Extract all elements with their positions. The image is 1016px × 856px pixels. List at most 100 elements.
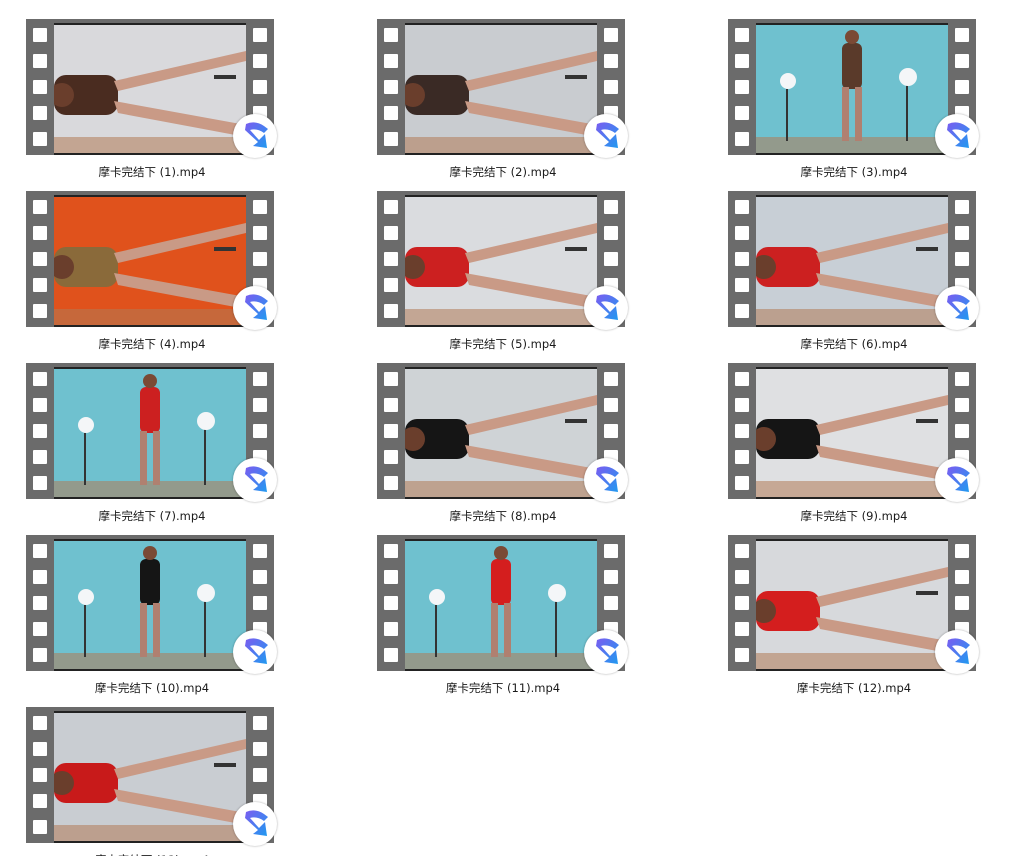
file-name-label: 摩卡完结下 (2).mp4 — [449, 165, 557, 179]
sprocket-hole — [384, 278, 398, 292]
film-sprocket-holes — [26, 366, 54, 496]
film-sprocket-holes — [26, 194, 54, 324]
video-thumbnail — [405, 367, 597, 499]
sprocket-hole — [384, 622, 398, 636]
sprocket-hole — [384, 398, 398, 412]
file-item-video[interactable]: 摩卡完结下 (10).mp4 — [26, 535, 286, 703]
sprocket-hole — [604, 424, 618, 438]
file-item-video[interactable]: 摩卡完结下 (11).mp4 — [377, 535, 637, 703]
video-thumbnail — [405, 195, 597, 327]
sprocket-hole — [33, 226, 47, 240]
sprocket-hole — [33, 716, 47, 730]
sprocket-hole — [735, 544, 749, 558]
sprocket-hole — [735, 278, 749, 292]
sprocket-hole — [33, 278, 47, 292]
sprocket-hole — [955, 570, 969, 584]
sprocket-hole — [33, 476, 47, 490]
file-name-label: 摩卡完结下 (9).mp4 — [800, 509, 908, 523]
file-item-video[interactable]: 摩卡完结下 (8).mp4 — [377, 363, 637, 531]
video-player-app-icon — [935, 458, 979, 502]
sprocket-hole — [33, 28, 47, 42]
sprocket-hole — [33, 794, 47, 808]
video-thumbnail — [54, 367, 246, 499]
sprocket-hole — [253, 54, 267, 68]
video-player-app-icon — [584, 458, 628, 502]
sprocket-hole — [33, 596, 47, 610]
sprocket-hole — [604, 200, 618, 214]
sprocket-hole — [253, 596, 267, 610]
file-item-video[interactable]: 摩卡完结下 (5).mp4 — [377, 191, 637, 359]
file-item-video[interactable]: 摩卡完结下 (4).mp4 — [26, 191, 286, 359]
sprocket-hole — [384, 106, 398, 120]
sprocket-hole — [384, 28, 398, 42]
sprocket-hole — [253, 768, 267, 782]
film-sprocket-holes — [377, 538, 405, 668]
sprocket-hole — [735, 424, 749, 438]
sprocket-hole — [253, 716, 267, 730]
file-name-label: 摩卡完结下 (6).mp4 — [800, 337, 908, 351]
file-item-video[interactable]: 摩卡完结下 (12).mp4 — [728, 535, 988, 703]
video-player-app-icon — [233, 802, 277, 846]
film-sprocket-holes — [377, 366, 405, 496]
sprocket-hole — [735, 28, 749, 42]
sprocket-hole — [735, 226, 749, 240]
film-sprocket-holes — [728, 22, 756, 152]
file-name-label: 摩卡完结下 (8).mp4 — [449, 509, 557, 523]
sprocket-hole — [955, 28, 969, 42]
sprocket-hole — [735, 304, 749, 318]
sprocket-hole — [33, 424, 47, 438]
sprocket-hole — [33, 372, 47, 386]
file-item-video[interactable]: 摩卡完结下 (3).mp4 — [728, 19, 988, 187]
video-player-app-icon — [935, 286, 979, 330]
sprocket-hole — [33, 544, 47, 558]
file-name-label: 摩卡完结下 (10).mp4 — [94, 681, 210, 695]
sprocket-hole — [955, 398, 969, 412]
film-sprocket-holes — [377, 194, 405, 324]
sprocket-hole — [735, 596, 749, 610]
file-item-video[interactable]: 摩卡完结下 (6).mp4 — [728, 191, 988, 359]
sprocket-hole — [955, 424, 969, 438]
file-name-label: 摩卡完结下 (4).mp4 — [98, 337, 206, 351]
sprocket-hole — [735, 622, 749, 636]
sprocket-hole — [384, 424, 398, 438]
sprocket-hole — [735, 450, 749, 464]
file-item-video[interactable]: 摩卡完结下 (7).mp4 — [26, 363, 286, 531]
sprocket-hole — [955, 226, 969, 240]
video-thumbnail — [54, 539, 246, 671]
sprocket-hole — [955, 596, 969, 610]
sprocket-hole — [253, 398, 267, 412]
sprocket-hole — [955, 200, 969, 214]
sprocket-hole — [955, 80, 969, 94]
file-item-video[interactable]: 摩卡完结下 (9).mp4 — [728, 363, 988, 531]
file-item-video[interactable]: 摩卡完结下 (2).mp4 — [377, 19, 637, 187]
sprocket-hole — [735, 648, 749, 662]
sprocket-hole — [604, 252, 618, 266]
film-sprocket-holes — [26, 22, 54, 152]
file-name-label: 摩卡完结下 (3).mp4 — [800, 165, 908, 179]
film-sprocket-holes — [728, 366, 756, 496]
sprocket-hole — [604, 80, 618, 94]
sprocket-hole — [33, 80, 47, 94]
video-thumbnail — [756, 23, 948, 155]
film-sprocket-holes — [26, 710, 54, 840]
video-thumbnail — [54, 23, 246, 155]
file-item-video[interactable]: 摩卡完结下 (1).mp4 — [26, 19, 286, 187]
sprocket-hole — [384, 252, 398, 266]
sprocket-hole — [735, 132, 749, 146]
sprocket-hole — [253, 80, 267, 94]
video-player-app-icon — [935, 630, 979, 674]
sprocket-hole — [253, 544, 267, 558]
sprocket-hole — [735, 200, 749, 214]
sprocket-hole — [735, 252, 749, 266]
sprocket-hole — [253, 226, 267, 240]
video-thumbnail — [756, 195, 948, 327]
sprocket-hole — [33, 132, 47, 146]
file-name-label: 摩卡完结下 (5).mp4 — [449, 337, 557, 351]
film-sprocket-holes — [728, 538, 756, 668]
sprocket-hole — [384, 372, 398, 386]
video-thumbnail — [54, 195, 246, 327]
sprocket-hole — [33, 398, 47, 412]
sprocket-hole — [253, 252, 267, 266]
file-item-video[interactable]: 摩卡完结下 (13).mp4 — [26, 707, 286, 856]
video-player-app-icon — [233, 630, 277, 674]
